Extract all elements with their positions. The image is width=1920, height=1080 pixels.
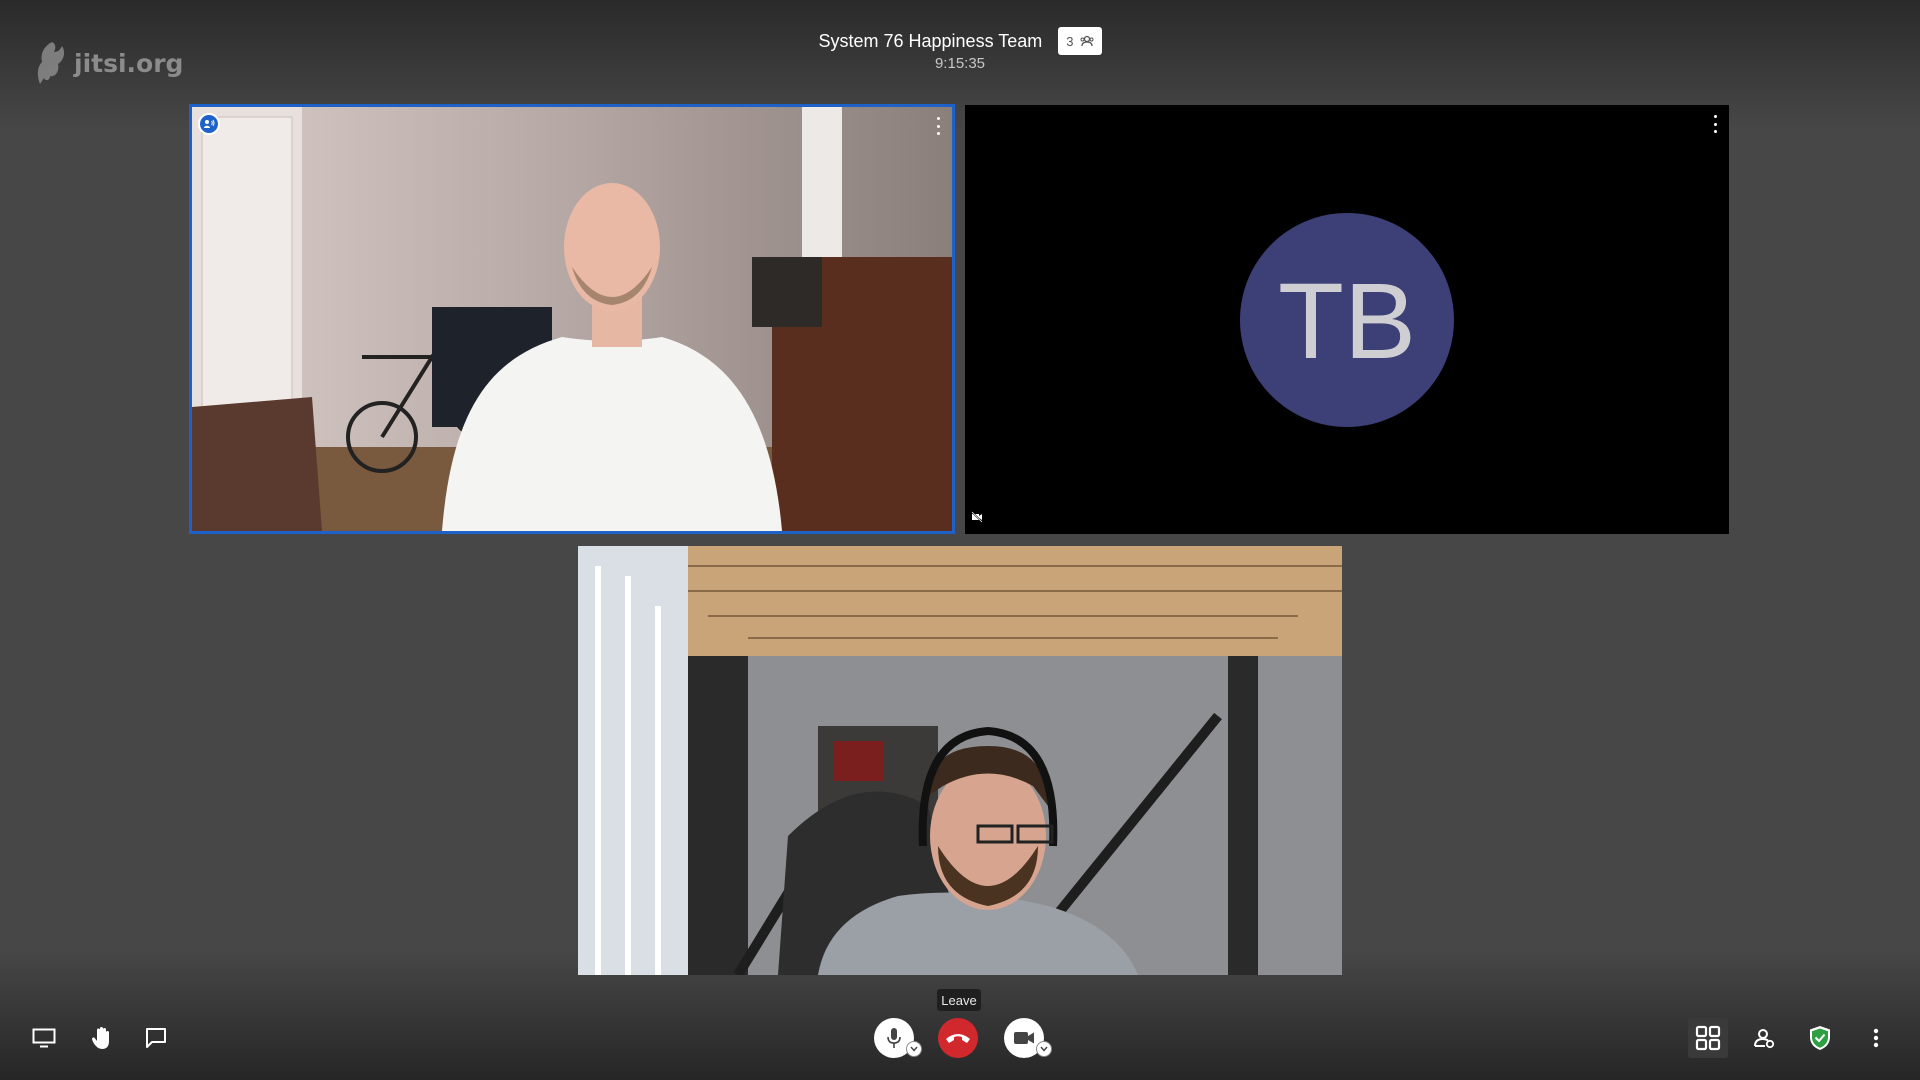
participant-count-badge[interactable]: 3 <box>1058 27 1102 55</box>
local-video-feed <box>578 546 1342 975</box>
audio-settings-toggle[interactable] <box>906 1041 922 1057</box>
security-options-button[interactable] <box>1804 1022 1836 1054</box>
chevron-down-icon <box>1040 1046 1048 1052</box>
participant-count: 3 <box>1066 33 1074 49</box>
camera-off-icon <box>971 511 983 523</box>
hangup-icon <box>946 1034 970 1043</box>
video-settings-toggle[interactable] <box>1036 1041 1052 1057</box>
remote-video-feed <box>192 107 952 531</box>
leave-tooltip: Leave <box>937 989 981 1011</box>
chat-button[interactable] <box>140 1024 172 1052</box>
chevron-down-icon <box>910 1046 918 1052</box>
tile-menu-button[interactable] <box>1711 115 1719 133</box>
conference-timer: 9:15:35 <box>934 55 986 72</box>
camera-icon <box>1014 1032 1034 1044</box>
microphone-icon <box>887 1028 901 1048</box>
invite-icon <box>1754 1029 1775 1049</box>
tile-menu-button[interactable] <box>934 117 942 135</box>
conference-title: System 76 Happiness Team <box>818 30 1043 51</box>
invite-button[interactable] <box>1748 1022 1780 1054</box>
speaker-indicator-icon <box>204 119 215 128</box>
tile-view-icon <box>1695 1025 1721 1051</box>
video-tile-local[interactable] <box>578 546 1342 975</box>
video-tile-remote-1[interactable] <box>189 104 955 534</box>
participants-icon <box>1080 35 1093 47</box>
dominant-speaker-indicator <box>198 113 220 135</box>
participant-avatar: TB <box>1240 213 1454 427</box>
avatar-initials: TB <box>1277 259 1416 381</box>
chat-icon <box>146 1028 166 1048</box>
tile-view-button[interactable] <box>1688 1018 1728 1058</box>
screen-share-icon <box>32 1028 56 1048</box>
security-shield-icon <box>1810 1026 1830 1050</box>
screen-share-button[interactable] <box>28 1024 60 1052</box>
conference-subject: System 76 Happiness Team 3 <box>0 27 1920 55</box>
more-actions-button[interactable] <box>1860 1022 1892 1054</box>
more-icon <box>1873 1028 1879 1048</box>
raise-hand-button[interactable] <box>86 1022 118 1054</box>
camera-muted-indicator <box>971 510 983 528</box>
raise-hand-icon <box>91 1027 109 1049</box>
hangup-button[interactable] <box>938 1018 978 1058</box>
video-tile-remote-2[interactable]: TB <box>965 105 1729 534</box>
